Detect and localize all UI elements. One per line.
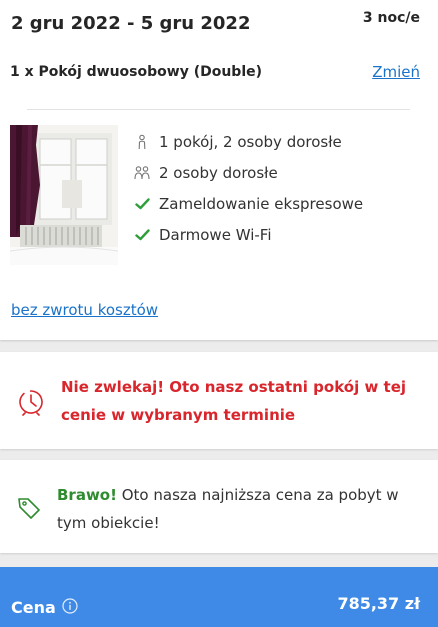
feature-label: Zameldowanie ekspresowe (159, 194, 364, 213)
feature-adults: 2 osoby dorosłe (133, 157, 363, 188)
feature-label: 1 pokój, 2 osoby dorosłe (159, 132, 342, 151)
room-features: 1 pokój, 2 osoby dorosłe 2 osoby dorosłe… (133, 126, 363, 250)
stay-dates: 2 gru 2022 - 5 gru 2022 (11, 13, 251, 34)
price-tag-icon (16, 495, 42, 521)
feature-label: Darmowe Wi-Fi (159, 225, 272, 244)
divider (27, 109, 410, 110)
price-label: Cena (11, 598, 56, 617)
group-icon (133, 164, 151, 182)
feature-wifi: Darmowe Wi-Fi (133, 219, 363, 250)
feature-rooms: 1 pokój, 2 osoby dorosłe (133, 126, 363, 157)
lowest-price-message: Brawo! Oto nasza najniższa cena za pobyt… (57, 481, 427, 537)
booking-summary-card: 2 gru 2022 - 5 gru 2022 3 noc/e 1 x Pokó… (0, 0, 438, 340)
feature-express-checkin: Zameldowanie ekspresowe (133, 188, 363, 219)
change-room-link[interactable]: Zmień (372, 63, 420, 81)
alarm-clock-icon (16, 386, 46, 416)
room-title: 1 x Pokój dwuosobowy (Double) (10, 64, 263, 80)
check-icon (133, 226, 151, 244)
bravo-label: Brawo! (57, 486, 117, 504)
price-bar: Cena 785,37 zł (0, 567, 438, 627)
person-icon (133, 133, 151, 151)
room-photo (10, 125, 118, 265)
urgency-message: Nie zwlekaj! Oto nasz ostatni pokój w te… (61, 378, 407, 424)
total-price: 785,37 zł (337, 594, 420, 613)
feature-label: 2 osoby dorosłe (159, 163, 278, 182)
check-icon (133, 195, 151, 213)
refund-policy-link[interactable]: bez zwrotu kosztów (11, 301, 158, 319)
info-icon[interactable] (62, 598, 78, 614)
nights-count: 3 noc/e (362, 10, 420, 26)
